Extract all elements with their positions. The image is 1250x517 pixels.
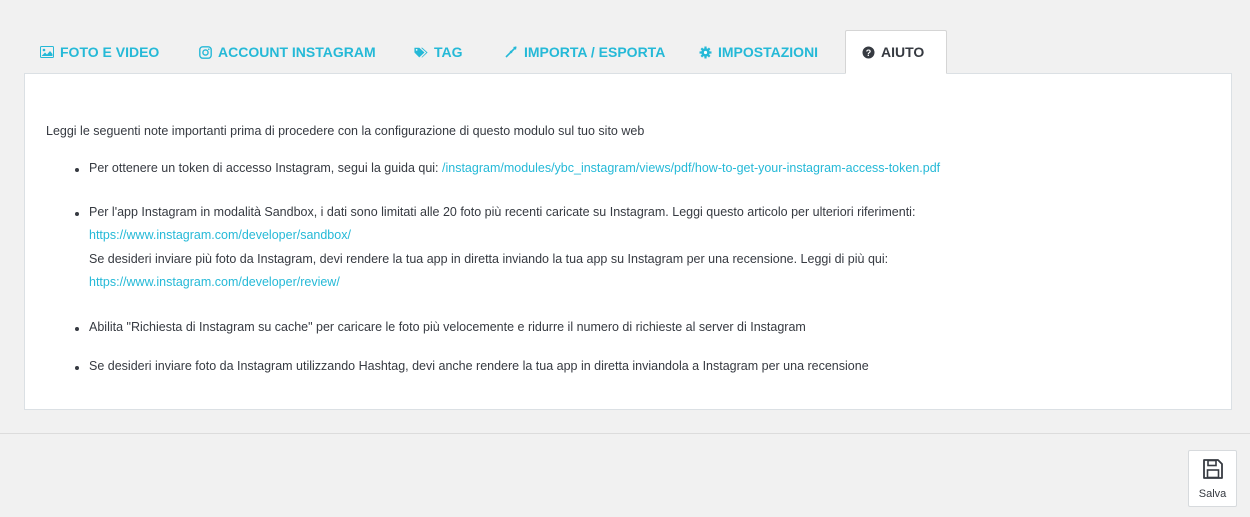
help-item-hashtag: Se desideri inviare foto da Instagram ut…: [89, 359, 869, 373]
help-item-cache: Abilita "Richiesta di Instagram su cache…: [89, 320, 806, 334]
question-circle-icon: ?: [861, 45, 875, 59]
help-item-review: Se desideri inviare più foto da Instagra…: [89, 252, 889, 266]
tab-label: AIUTO: [881, 44, 925, 60]
sandbox-link[interactable]: https://www.instagram.com/developer/sand…: [89, 228, 351, 242]
help-item-review-link-row: https://www.instagram.com/developer/revi…: [89, 275, 340, 289]
tab-aiuto[interactable]: ? AIUTO: [845, 30, 947, 74]
save-label: Salva: [1198, 488, 1227, 500]
bullet: [75, 168, 79, 172]
save-button[interactable]: Salva: [1188, 450, 1237, 507]
tab-importa-esporta[interactable]: IMPORTA / ESPORTA: [504, 30, 665, 74]
tab-tag[interactable]: TAG: [414, 30, 463, 74]
help-intro: Leggi le seguenti note importanti prima …: [46, 124, 645, 138]
access-token-guide-link[interactable]: /instagram/modules/ybc_instagram/views/p…: [442, 161, 940, 175]
review-link[interactable]: https://www.instagram.com/developer/revi…: [89, 275, 340, 289]
tab-label: IMPORTA / ESPORTA: [524, 44, 666, 60]
help-panel: Leggi le seguenti note importanti prima …: [24, 73, 1232, 410]
bullet: [75, 212, 79, 216]
image-icon: [40, 45, 54, 59]
tab-foto-e-video[interactable]: FOTO E VIDEO: [40, 30, 159, 74]
tab-label: ACCOUNT INSTAGRAM: [218, 44, 376, 60]
tab-label: FOTO E VIDEO: [60, 44, 160, 60]
tab-impostazioni[interactable]: IMPOSTAZIONI: [698, 30, 818, 74]
instagram-icon: [198, 45, 212, 59]
tab-label: TAG: [434, 44, 463, 60]
bullet: [75, 327, 79, 331]
help-item-token: Per ottenere un token di accesso Instagr…: [89, 161, 940, 175]
tag-icon: [414, 45, 428, 59]
exchange-icon: [504, 45, 518, 59]
help-item-sandbox: Per l'app Instagram in modalità Sandbox,…: [89, 205, 916, 219]
gear-icon: [698, 45, 712, 59]
svg-text:?: ?: [865, 48, 871, 58]
help-item-sandbox-link-row: https://www.instagram.com/developer/sand…: [89, 228, 351, 242]
footer-divider: [0, 433, 1250, 434]
tab-account-instagram[interactable]: ACCOUNT INSTAGRAM: [198, 30, 376, 74]
help-item-text: Per ottenere un token di accesso Instagr…: [89, 161, 442, 175]
tab-bar: FOTO E VIDEO ACCOUNT INSTAGRAM TAG IMPOR…: [24, 30, 1232, 74]
floppy-disk-icon: [1201, 457, 1225, 486]
tab-label: IMPOSTAZIONI: [718, 44, 819, 60]
bullet: [75, 366, 79, 370]
